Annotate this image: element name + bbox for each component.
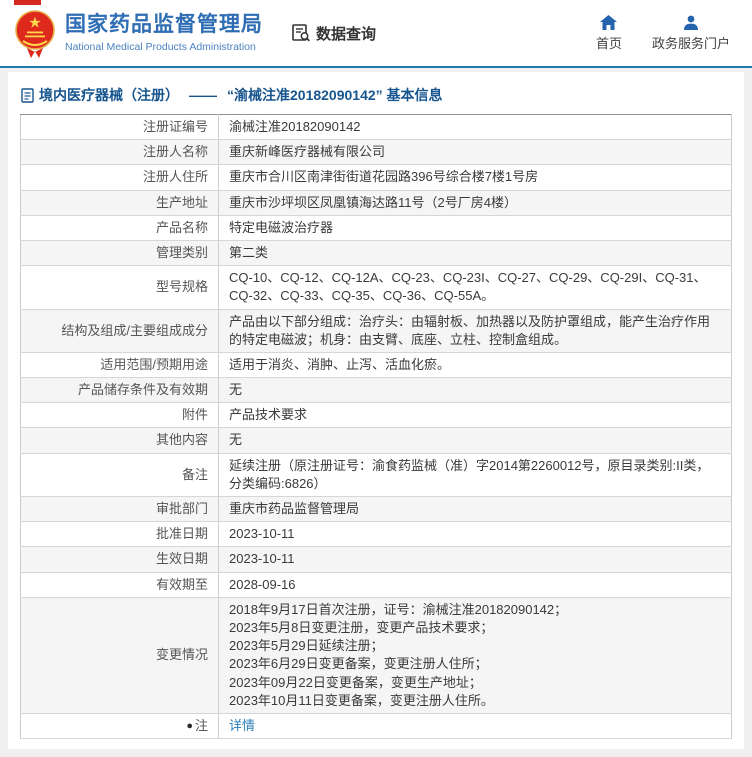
nav-portal[interactable]: 政务服务门户	[652, 15, 730, 52]
row-value: 重庆市沙坪坝区凤凰镇海达路11号（2号厂房4楼）	[218, 190, 732, 216]
row-label: 管理类别	[20, 240, 219, 267]
content-panel: 境内医疗器械（注册） —— “渝械注准20182090142” 基本信息 注册证…	[8, 72, 744, 750]
row-label: 审批部门	[20, 496, 219, 523]
breadcrumb-current: “渝械注准20182090142” 基本信息	[227, 87, 443, 103]
row-label: 附件	[20, 402, 219, 429]
breadcrumb-section[interactable]: 境内医疗器械（注册）	[39, 85, 179, 105]
row-value: 第二类	[218, 240, 732, 267]
row-value: 无	[218, 377, 732, 404]
table-row: 适用范围/预期用途 适用于消炎、消肿、止泻、活血化瘀。	[20, 352, 732, 379]
row-value: 适用于消炎、消肿、止泻、活血化瘀。	[218, 352, 732, 379]
table-row: ● 注详情	[20, 713, 732, 740]
breadcrumb-separator: ——	[189, 87, 217, 103]
row-label: 批准日期	[20, 521, 219, 548]
row-label: 型号规格	[20, 265, 219, 310]
row-value: CQ-10、CQ-12、CQ-12A、CQ-23、CQ-23I、CQ-27、CQ…	[218, 265, 732, 310]
row-label: 变更情况	[20, 597, 219, 714]
table-row: 产品储存条件及有效期无	[20, 377, 732, 404]
details-link[interactable]: 详情	[229, 718, 255, 733]
table-row: 审批部门 重庆市药品监督管理局	[20, 496, 732, 523]
header-nav: 首页 政务服务门户	[595, 14, 730, 52]
china-emblem-icon: ★	[15, 10, 55, 58]
breadcrumb: 境内医疗器械（注册） —— “渝械注准20182090142” 基本信息	[8, 72, 744, 114]
table-row: 变更情况 2018年9月17日首次注册，证号：渝械注准20182090142； 2…	[20, 597, 732, 714]
table-row: 管理类别 第二类	[20, 240, 732, 267]
row-value: 延续注册（原注册证号：渝食药监械（准）字2014第2260012号，原目录类别:…	[218, 453, 732, 498]
red-ribbon-decoration	[14, 0, 41, 5]
row-label: 产品储存条件及有效期	[20, 377, 219, 404]
nmpa-logo[interactable]: ★ 国家药品监督管理局 National Medical Products Ad…	[14, 6, 263, 60]
row-value: 重庆新峰医疗器械有限公司	[218, 139, 732, 166]
note-balloon-icon: ●	[186, 719, 193, 732]
svg-text:★: ★	[28, 15, 41, 32]
info-table: 注册证编号 渝械注准20182090142 注册人名称 重庆新峰医疗器械有限公司 注册人…	[20, 114, 732, 740]
row-value: 2023-10-11	[218, 521, 732, 548]
row-value: 2018年9月17日首次注册，证号：渝械注准20182090142； 2023年…	[218, 597, 732, 714]
table-row: 注册证编号 渝械注准20182090142	[20, 114, 732, 141]
row-value: 无	[218, 427, 732, 454]
site-subtitle: National Medical Products Administration	[65, 40, 256, 53]
table-row: 产品名称 特定电磁波治疗器	[20, 215, 732, 241]
row-label: 生效日期	[20, 546, 219, 573]
row-label: 注册人名称	[20, 139, 219, 166]
table-row: 备注 延续注册（原注册证号：渝食药监械（准）字2014第2260012号，原目录类…	[20, 453, 732, 498]
row-label: ● 注	[20, 713, 219, 740]
row-label: 备注	[20, 453, 219, 498]
row-value: 重庆市合川区南津街街道花园路396号综合楼7楼1号房	[218, 164, 732, 191]
table-row: 结构及组成/主要组成成分 产品由以下部分组成：治疗头：由辐射板、加热器以及防护罩组…	[20, 309, 732, 353]
row-label: 结构及组成/主要组成成分	[20, 309, 219, 353]
user-icon	[683, 15, 698, 30]
table-row: 附件 产品技术要求	[20, 402, 732, 429]
row-label: 注册证编号	[20, 114, 219, 141]
row-label: 注册人住所	[20, 164, 219, 191]
nav-home[interactable]: 首页	[595, 14, 622, 52]
document-search-icon	[292, 24, 310, 42]
row-value: 产品技术要求	[218, 402, 732, 429]
row-value: 渝械注准20182090142	[218, 114, 732, 141]
row-value: 重庆市药品监督管理局	[218, 496, 732, 523]
nav-home-label: 首页	[595, 35, 622, 51]
data-query-nav[interactable]: 数据查询	[291, 23, 376, 44]
home-icon	[600, 14, 618, 30]
row-value: 2028-09-16	[218, 572, 732, 598]
row-value: 2023-10-11	[218, 546, 732, 573]
row-label: 其他内容	[20, 427, 219, 454]
row-value: 产品由以下部分组成：治疗头：由辐射板、加热器以及防护罩组成，能产生治疗作用的特定…	[218, 309, 732, 353]
row-value: 详情	[218, 713, 732, 740]
table-row: 其他内容无	[20, 427, 732, 454]
row-label: 有效期至	[20, 572, 219, 598]
site-title: 国家药品监督管理局	[65, 13, 263, 37]
table-row: 注册人名称 重庆新峰医疗器械有限公司	[20, 139, 732, 166]
table-row: 批准日期 2023-10-11	[20, 521, 732, 548]
site-header: ★ 国家药品监督管理局 National Medical Products Ad…	[0, 0, 752, 68]
table-row: 注册人住所 重庆市合川区南津街街道花园路396号综合楼7楼1号房	[20, 164, 732, 191]
data-query-label: 数据查询	[316, 25, 377, 43]
nav-portal-label: 政务服务门户	[651, 35, 730, 51]
table-row: 型号规格 CQ-10、CQ-12、CQ-12A、CQ-23、CQ-23I、CQ-2…	[20, 265, 732, 310]
row-label: 生产地址	[20, 190, 219, 216]
row-label: 产品名称	[20, 215, 219, 241]
row-label: 适用范围/预期用途	[20, 352, 219, 379]
table-row: 生产地址 重庆市沙坪坝区凤凰镇海达路11号（2号厂房4楼）	[20, 190, 732, 216]
table-row: 有效期至 2028-09-16	[20, 572, 732, 598]
info-table-body: 注册证编号 渝械注准20182090142 注册人名称 重庆新峰医疗器械有限公司 注册人…	[20, 114, 732, 740]
table-row: 生效日期 2023-10-11	[20, 546, 732, 573]
document-icon	[21, 87, 34, 103]
row-value: 特定电磁波治疗器	[218, 215, 732, 241]
logo-text: 国家药品监督管理局 National Medical Products Admi…	[65, 13, 263, 52]
